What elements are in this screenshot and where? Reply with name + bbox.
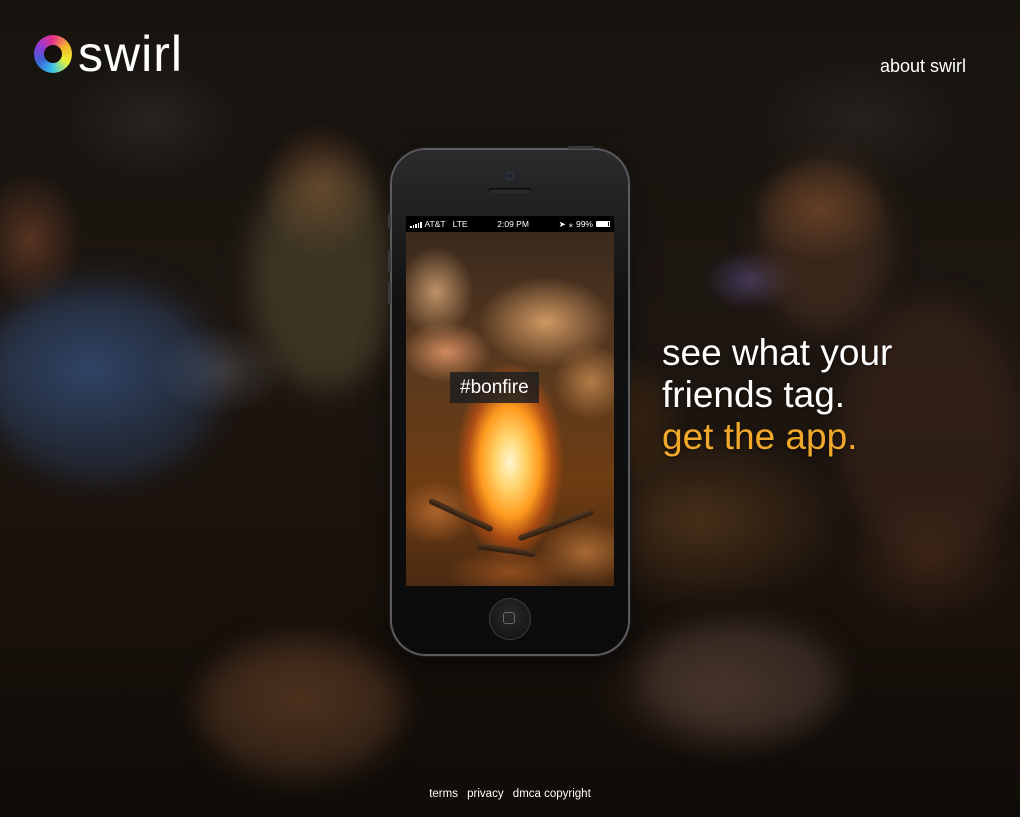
landing-page: swirl about swirl AT&T LTE 2:09 PM ➤ ⁎ 9… bbox=[0, 0, 1020, 817]
get-the-app-link[interactable]: get the app. bbox=[662, 416, 892, 458]
status-network: LTE bbox=[452, 219, 468, 229]
home-square-icon bbox=[503, 612, 515, 624]
status-time: 2:09 PM bbox=[497, 219, 529, 229]
swirl-logo[interactable]: swirl bbox=[34, 24, 183, 84]
phone-screen: AT&T LTE 2:09 PM ➤ ⁎ 99% #bonfire bbox=[406, 216, 614, 586]
bluetooth-icon: ⁎ bbox=[568, 218, 573, 229]
tagline-line-1: see what your bbox=[662, 332, 893, 373]
hashtag-label: #bonfire bbox=[450, 372, 539, 403]
footer-link-dmca-copyright[interactable]: dmca copyright bbox=[513, 788, 591, 800]
tagline: see what your friends tag. get the app. bbox=[662, 332, 892, 458]
phone-status-bar: AT&T LTE 2:09 PM ➤ ⁎ 99% bbox=[406, 216, 614, 232]
phone-volume-down-button bbox=[388, 282, 391, 304]
about-swirl-link[interactable]: about swirl bbox=[880, 56, 966, 77]
tagline-line-2: friends tag. bbox=[662, 374, 846, 415]
phone-mute-switch bbox=[388, 214, 391, 228]
phone-volume-up-button bbox=[388, 250, 391, 272]
brand-name: swirl bbox=[78, 26, 183, 82]
phone-camera bbox=[506, 172, 514, 180]
location-arrow-icon: ➤ bbox=[558, 218, 566, 229]
phone-speaker bbox=[488, 188, 532, 194]
footer-link-privacy[interactable]: privacy bbox=[467, 788, 503, 800]
swirl-ring-logo-icon bbox=[34, 35, 72, 73]
phone-home-button bbox=[489, 598, 531, 640]
footer-link-terms[interactable]: terms bbox=[429, 788, 458, 800]
footer: terms privacy dmca copyright bbox=[0, 788, 1020, 800]
status-battery-percent: 99% bbox=[575, 219, 593, 229]
signal-bars-icon bbox=[410, 221, 422, 228]
campfire-photo: #bonfire bbox=[406, 232, 614, 586]
battery-icon bbox=[595, 221, 610, 227]
phone-mockup: AT&T LTE 2:09 PM ➤ ⁎ 99% #bonfire bbox=[388, 146, 628, 654]
status-carrier: AT&T bbox=[424, 219, 446, 229]
phone-power-button bbox=[568, 146, 594, 149]
